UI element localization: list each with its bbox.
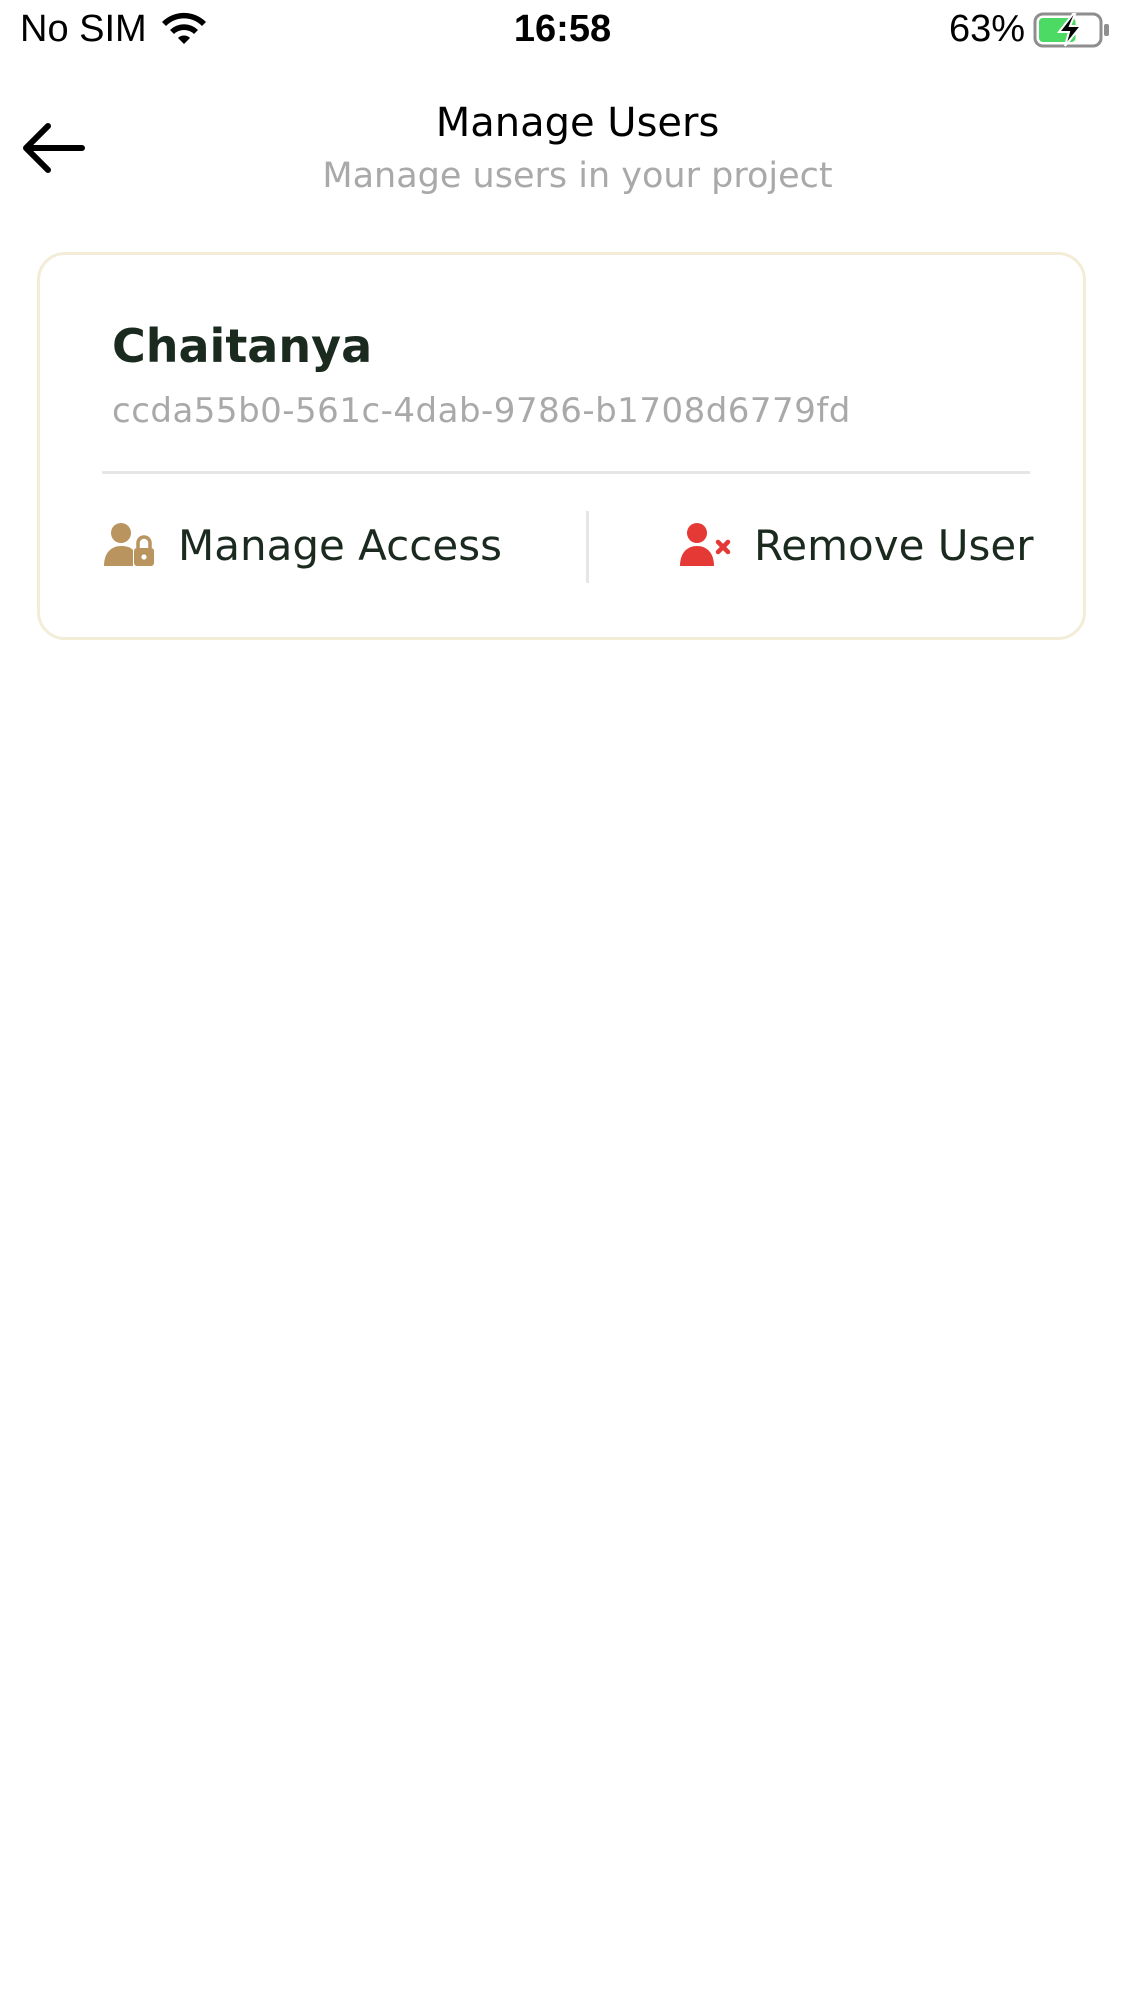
remove-user-label: Remove User: [754, 520, 1034, 570]
user-name: Chaitanya: [112, 319, 373, 373]
remove-user-button[interactable]: Remove User: [680, 505, 1034, 585]
user-lock-icon: [104, 523, 154, 566]
battery-charging-icon: [1033, 12, 1109, 47]
page-title: Manage Users: [435, 100, 720, 146]
manage-access-button[interactable]: Manage Access: [104, 505, 502, 585]
actions-divider: [586, 511, 589, 583]
header: Manage Users Manage users in your projec…: [0, 96, 1125, 206]
user-id: ccda55b0-561c-4dab-9786-b1708d6779fd: [112, 391, 851, 431]
user-remove-icon: [680, 523, 731, 566]
status-bar: No SIM 16:58 63%: [0, 0, 1125, 62]
user-card: Chaitanya ccda55b0-561c-4dab-9786-b1708d…: [37, 252, 1086, 640]
battery-percent: 63%: [948, 8, 1025, 50]
page-subtitle: Manage users in your project: [322, 156, 833, 196]
status-right: 63%: [949, 8, 1111, 51]
card-divider: [102, 471, 1030, 474]
user-actions: Manage Access Remove User: [40, 505, 1083, 585]
manage-access-label: Manage Access: [178, 520, 502, 570]
